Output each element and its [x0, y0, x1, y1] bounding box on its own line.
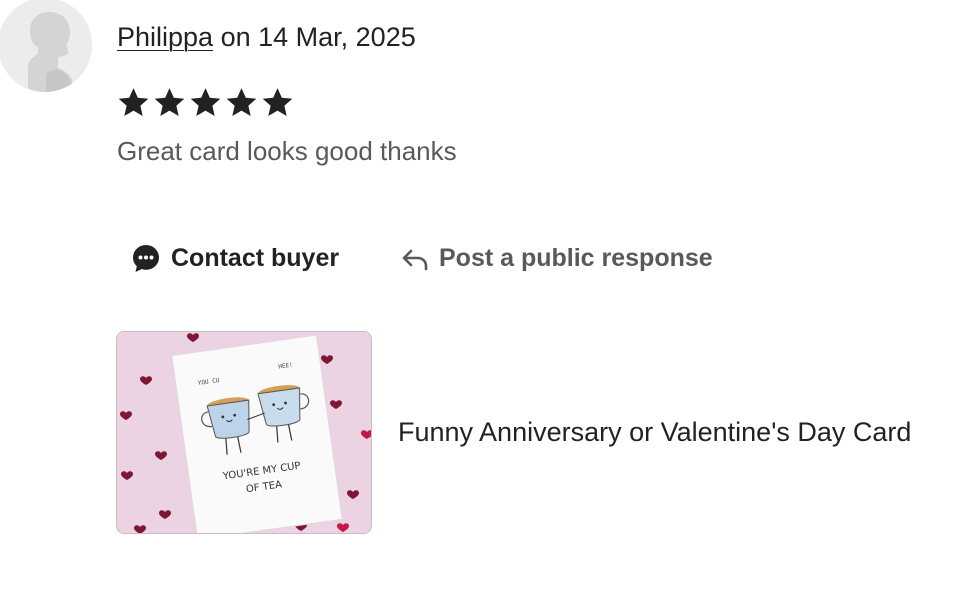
reply-arrow-icon: [400, 243, 430, 273]
star-icon: [154, 88, 185, 117]
chat-bubble-icon: [130, 242, 162, 274]
star-icon: [190, 88, 221, 117]
listing-link[interactable]: YOU CU HEE! YOU'RE MY CUP OF TEA Funny A…: [116, 331, 911, 534]
reviewer-name-link[interactable]: Philippa: [117, 22, 213, 52]
star-icon: [118, 88, 149, 117]
post-public-response-button[interactable]: Post a public response: [400, 238, 713, 278]
post-public-response-label: Post a public response: [439, 243, 713, 272]
avatar-silhouette-icon: [0, 0, 92, 92]
review-text: Great card looks good thanks: [117, 136, 457, 166]
review-date: on 14 Mar, 2025: [213, 22, 416, 52]
review-header: Philippa on 14 Mar, 2025: [117, 20, 416, 54]
star-icon: [226, 88, 257, 117]
contact-buyer-button[interactable]: Contact buyer: [130, 238, 339, 278]
listing-thumbnail[interactable]: YOU CU HEE! YOU'RE MY CUP OF TEA: [116, 331, 372, 534]
review-card: Philippa on 14 Mar, 2025 Great card look…: [0, 0, 974, 600]
star-rating: [116, 85, 295, 121]
avatar[interactable]: [0, 0, 92, 92]
contact-buyer-label: Contact buyer: [171, 243, 340, 272]
listing-title[interactable]: Funny Anniversary or Valentine's Day Car…: [398, 417, 911, 448]
star-icon: [262, 88, 293, 117]
